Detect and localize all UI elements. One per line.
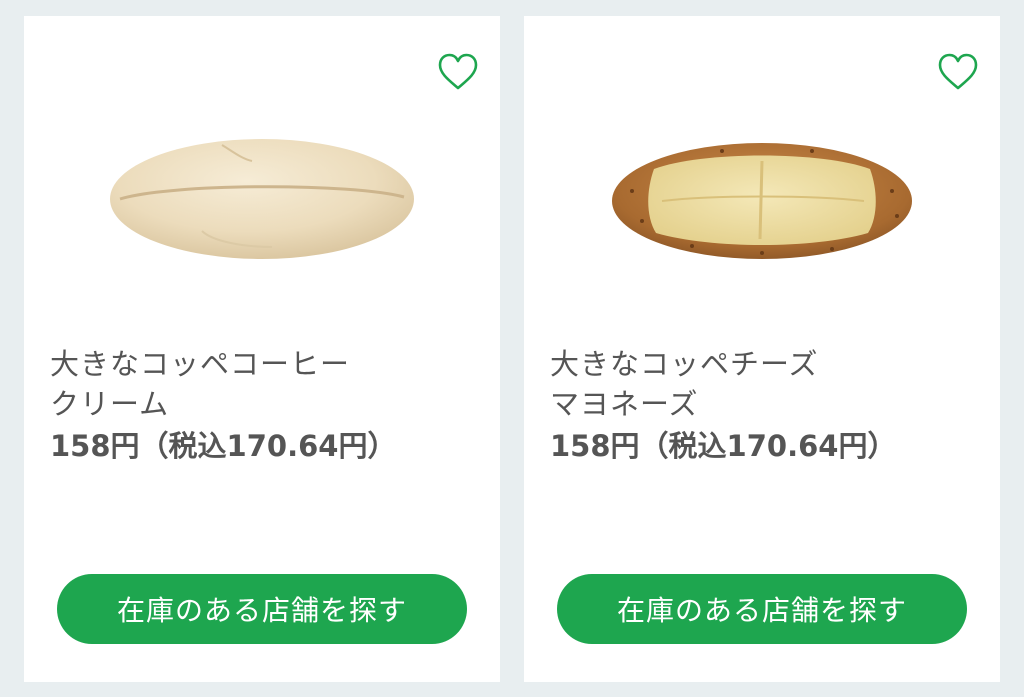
product-image[interactable]	[524, 96, 1000, 296]
find-store-button[interactable]: 在庫のある店舗を探す	[57, 574, 467, 644]
price-with-tax: （税込170.64円）	[639, 429, 897, 463]
product-name[interactable]: 大きなコッペチーズ マヨネーズ	[550, 344, 980, 424]
product-price: 158円（税込170.64円）	[50, 426, 396, 466]
find-store-button[interactable]: 在庫のある店舗を探す	[557, 574, 967, 644]
plain-coppe-bread-icon	[110, 139, 414, 259]
price-base: 158円	[50, 429, 140, 463]
product-name[interactable]: 大きなコッペコーヒー クリーム	[50, 344, 480, 424]
price-base: 158円	[550, 429, 640, 463]
heart-outline-icon	[938, 53, 978, 90]
product-image[interactable]	[24, 96, 500, 296]
product-card[interactable]: 大きなコッペチーズ マヨネーズ 158円（税込170.64円） 在庫のある店舗を…	[524, 16, 1000, 682]
cheese-mayo-bread-icon	[612, 143, 912, 259]
heart-outline-icon	[438, 53, 478, 90]
favorite-button[interactable]	[436, 52, 480, 92]
product-card[interactable]: 大きなコッペコーヒー クリーム 158円（税込170.64円） 在庫のある店舗を…	[24, 16, 500, 682]
product-price: 158円（税込170.64円）	[550, 426, 896, 466]
favorite-button[interactable]	[936, 52, 980, 92]
price-with-tax: （税込170.64円）	[139, 429, 397, 463]
